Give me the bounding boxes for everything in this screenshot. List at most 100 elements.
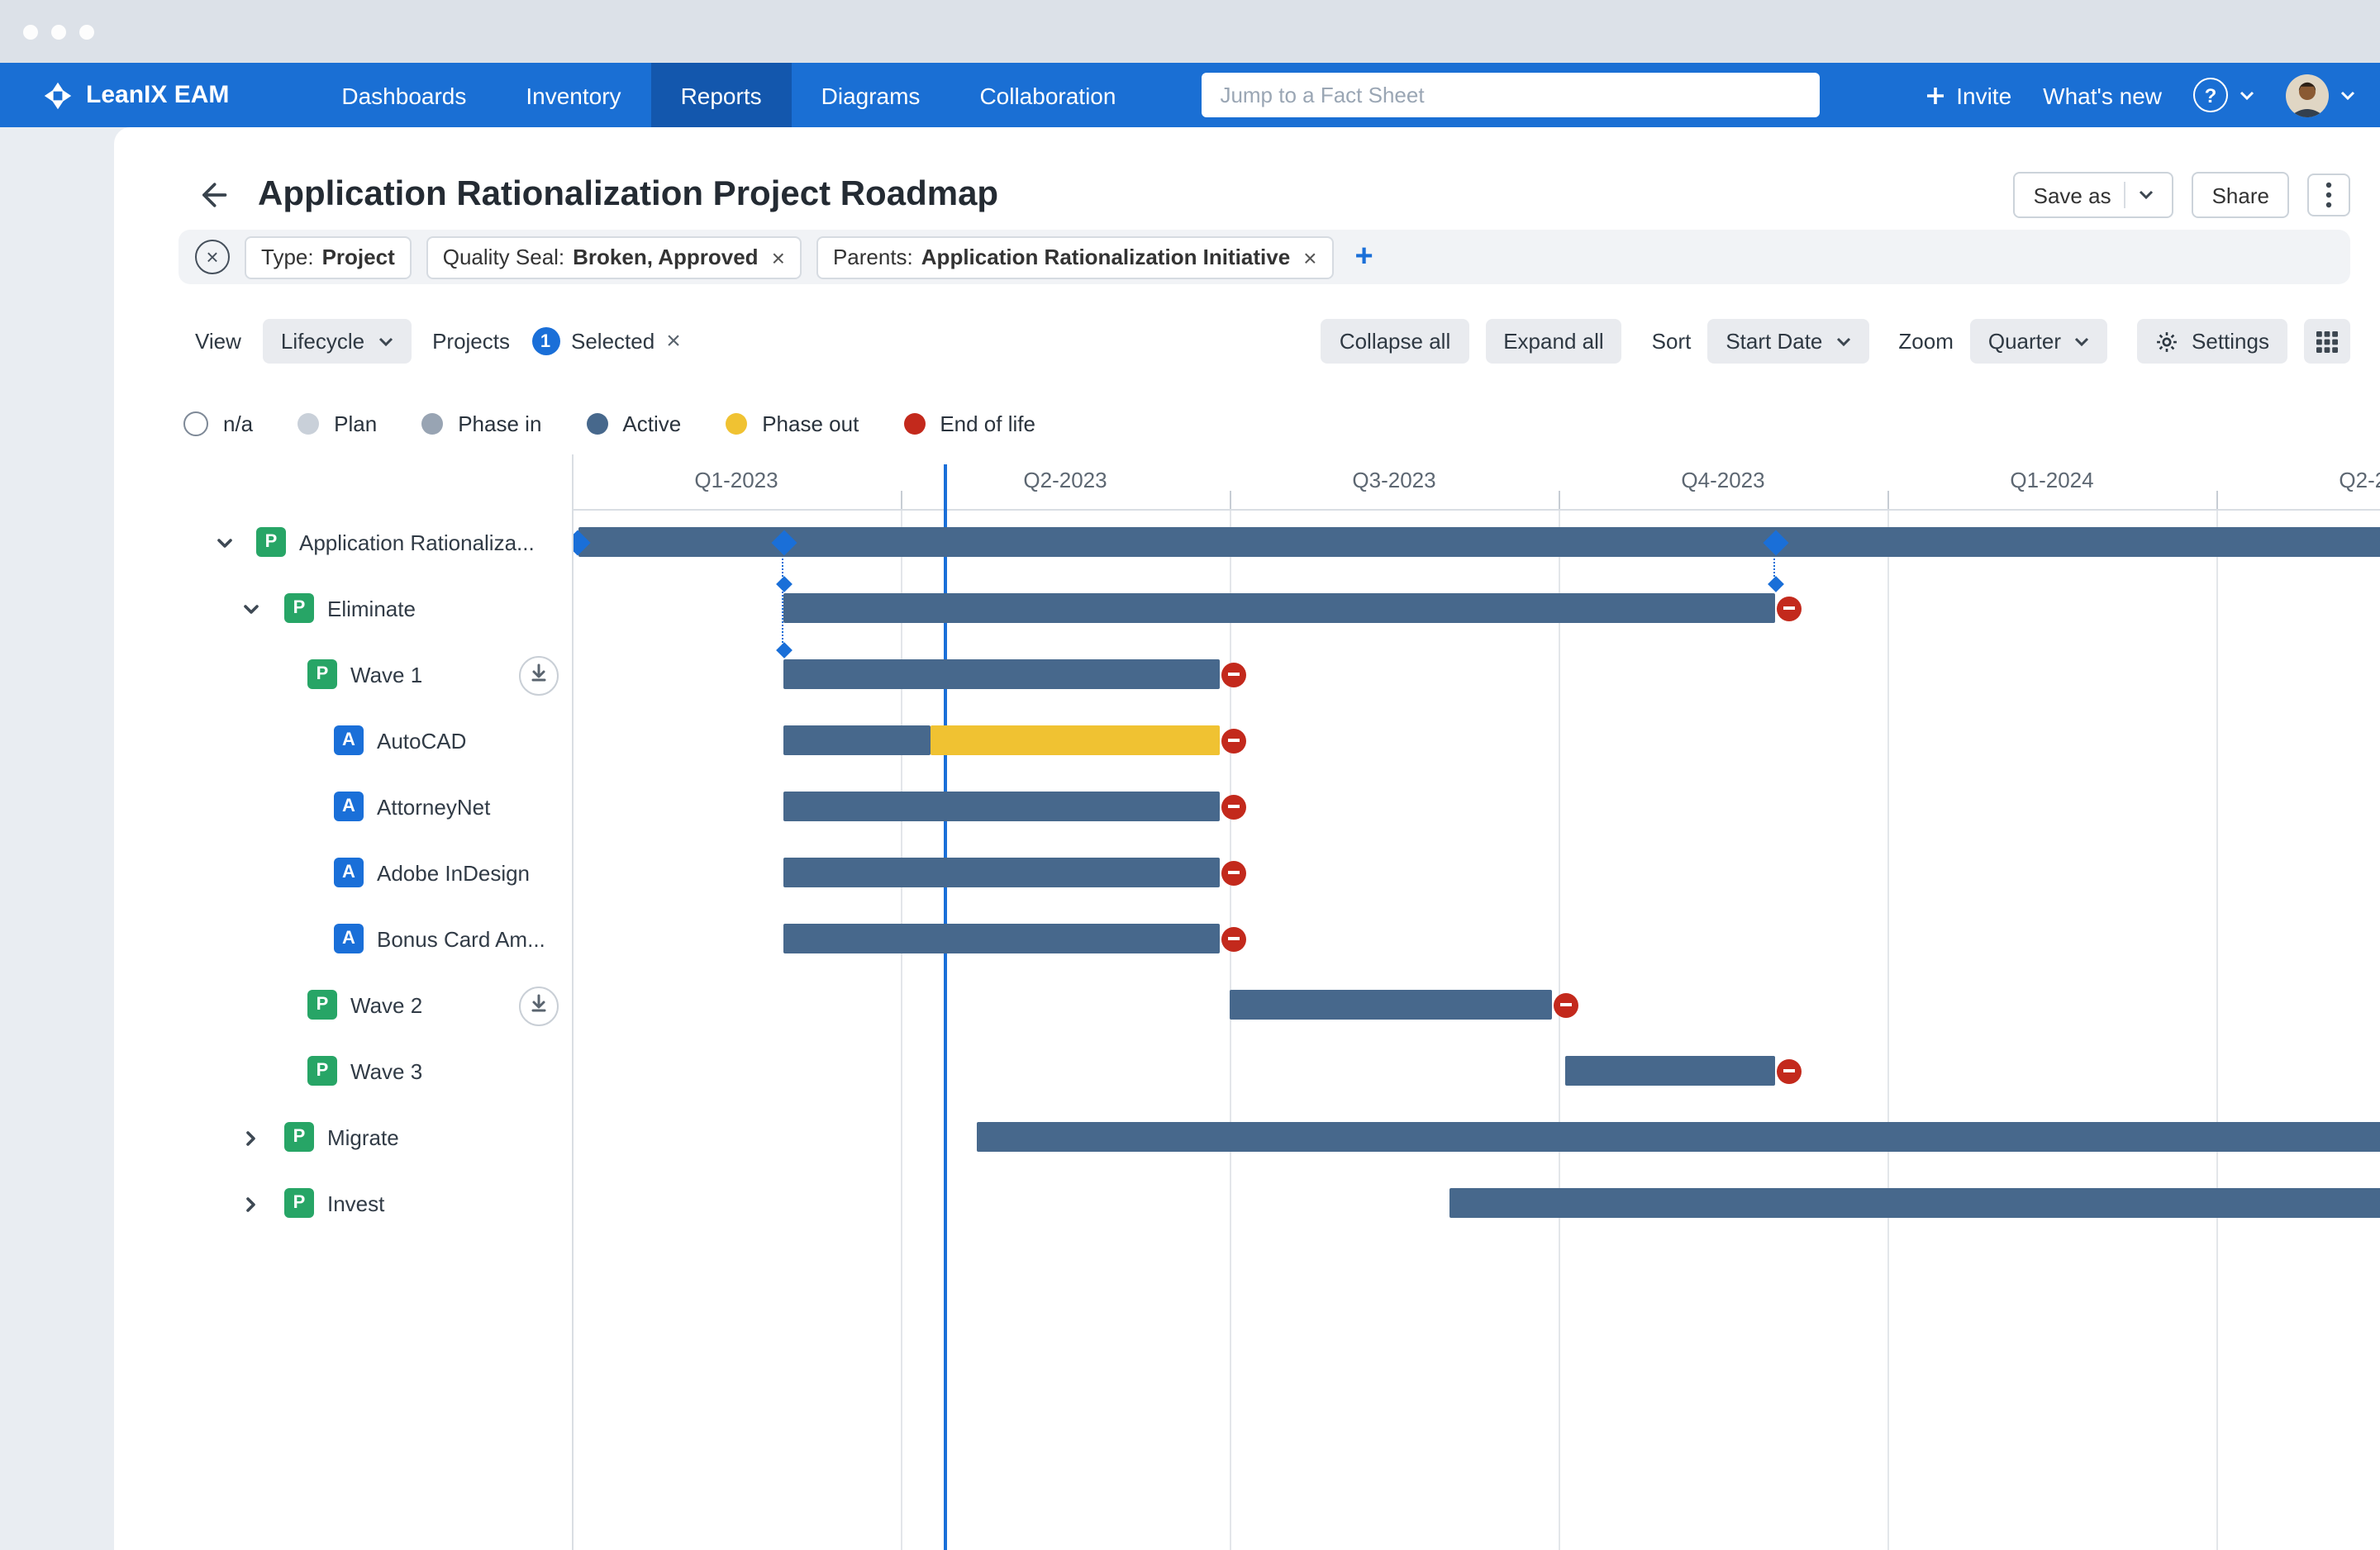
close-icon[interactable]: × xyxy=(1303,244,1316,270)
legend-label: Active xyxy=(622,411,681,435)
gantt-bar-wave-2[interactable] xyxy=(1230,990,1552,1020)
gantt-bar-invest[interactable] xyxy=(1450,1188,2380,1218)
collapse-all-button[interactable]: Collapse all xyxy=(1321,319,1468,364)
settings-button[interactable]: Settings xyxy=(2137,319,2287,364)
tree-row-label: Wave 2 xyxy=(350,993,422,1018)
timeline-tick xyxy=(901,491,902,509)
zoom-select[interactable]: Quarter xyxy=(1970,319,2107,364)
nav-item-reports[interactable]: Reports xyxy=(651,63,792,127)
filter-chip-quality-seal[interactable]: Quality Seal:Broken, Approved× xyxy=(426,235,802,278)
selected-label: Selected xyxy=(571,329,654,354)
add-filter-button[interactable]: + xyxy=(1349,239,1380,275)
filter-chip-type[interactable]: Type:Project xyxy=(245,235,412,278)
fact-sheet-search-input[interactable] xyxy=(1202,73,1820,117)
gantt-bar-wave-3[interactable] xyxy=(1565,1056,1776,1086)
brand[interactable]: LeanIX EAM xyxy=(0,80,229,110)
gantt-bar-migrate[interactable] xyxy=(977,1122,2380,1152)
window-dot[interactable] xyxy=(23,24,38,39)
clear-selected-button[interactable]: × xyxy=(666,327,681,355)
view-toolbar: View Lifecycle Projects 1 Selected × Col… xyxy=(195,319,2350,364)
tree-row-eliminate[interactable]: PEliminate xyxy=(114,575,572,641)
tree-row-invest[interactable]: PInvest xyxy=(114,1170,572,1236)
gantt-bar-wave-1[interactable] xyxy=(784,659,1220,689)
legend-dot xyxy=(586,412,607,434)
window-dot[interactable] xyxy=(51,24,66,39)
tree-row-attorneynet[interactable]: AAttorneyNet xyxy=(114,773,572,839)
chevron-down-icon[interactable] xyxy=(215,532,235,552)
timeline-tick xyxy=(1230,491,1231,509)
projects-label: Projects xyxy=(432,329,510,354)
search-container xyxy=(1202,73,1820,117)
selected-filter[interactable]: 1 Selected × xyxy=(531,327,681,355)
tree-row-application-rationaliza[interactable]: PApplication Rationaliza... xyxy=(114,509,572,575)
save-as-button[interactable]: Save as xyxy=(2014,172,2174,218)
drilldown-button[interactable] xyxy=(519,656,559,696)
application-icon: A xyxy=(334,858,364,887)
clear-filters-button[interactable]: × xyxy=(195,240,230,274)
application-icon: A xyxy=(334,725,364,755)
nav-item-collaboration[interactable]: Collaboration xyxy=(950,63,1145,127)
view-value: Lifecycle xyxy=(281,329,364,354)
expand-all-button[interactable]: Expand all xyxy=(1485,319,1621,364)
quarter-grid-line xyxy=(2216,509,2218,1550)
tree-row-wave-3[interactable]: PWave 3 xyxy=(114,1038,572,1104)
chevron-down-icon[interactable] xyxy=(241,598,261,618)
tree-row-label: Eliminate xyxy=(327,597,416,621)
filter-chip-parents[interactable]: Parents:Application Rationalization Init… xyxy=(816,235,1334,278)
end-of-life-marker xyxy=(1221,794,1246,819)
tree-row-label: Wave 1 xyxy=(350,663,422,687)
close-icon: × xyxy=(206,245,218,269)
milestone-diamond-small xyxy=(776,576,793,592)
close-icon[interactable]: × xyxy=(772,244,785,270)
sort-select[interactable]: Start Date xyxy=(1707,319,1868,364)
help-button[interactable]: ? xyxy=(2193,78,2254,112)
nav-item-diagrams[interactable]: Diagrams xyxy=(792,63,950,127)
tree-row-bonus-card-am[interactable]: ABonus Card Am... xyxy=(114,906,572,972)
gantt-bar-bonus-card-am[interactable] xyxy=(784,924,1220,953)
share-button[interactable]: Share xyxy=(2192,172,2289,218)
more-options-button[interactable] xyxy=(2307,174,2350,216)
main-nav: DashboardsInventoryReportsDiagramsCollab… xyxy=(312,63,1145,127)
nav-item-dashboards[interactable]: Dashboards xyxy=(312,63,496,127)
page-title: Application Rationalization Project Road… xyxy=(258,175,998,215)
tree-row-wave-2[interactable]: PWave 2 xyxy=(114,972,572,1038)
top-navbar: LeanIX EAM DashboardsInventoryReportsDia… xyxy=(0,63,2380,127)
user-menu[interactable] xyxy=(2286,74,2355,116)
table-view-button[interactable] xyxy=(2304,319,2350,364)
tree-row-migrate[interactable]: PMigrate xyxy=(114,1104,572,1170)
gantt-bar-attorneynet[interactable] xyxy=(784,792,1220,821)
back-button[interactable] xyxy=(188,172,235,218)
tree-row-adobe-indesign[interactable]: A Adobe InDesign xyxy=(114,839,572,906)
end-of-life-marker xyxy=(1221,662,1246,687)
timeline-quarter-label: Q1-2024 xyxy=(2010,468,2093,492)
application-icon: A xyxy=(334,792,364,821)
window-dot[interactable] xyxy=(79,24,94,39)
toolbar-left: View Lifecycle Projects 1 Selected × xyxy=(195,319,681,364)
tree-panel-border xyxy=(572,454,574,1550)
sort-label: Sort xyxy=(1652,329,1692,354)
legend-item-plan: Plan xyxy=(298,411,377,435)
gantt-bar-eliminate[interactable] xyxy=(784,593,1776,623)
invite-button[interactable]: Invite xyxy=(1925,82,2011,108)
tree-row-autocad[interactable]: AAutoCAD xyxy=(114,707,572,773)
legend-label: End of life xyxy=(940,411,1035,435)
gantt-bar-adobe-indesign[interactable] xyxy=(784,858,1220,887)
window-chrome xyxy=(0,0,2380,63)
plus-icon xyxy=(1925,85,1944,105)
gantt-bar-autocad[interactable] xyxy=(931,725,1220,755)
whats-new-button[interactable]: What's new xyxy=(2043,82,2162,108)
quarter-grid-line xyxy=(1559,509,1560,1550)
tree-row-label: Adobe InDesign xyxy=(377,861,530,886)
gantt-bar-autocad[interactable] xyxy=(784,725,931,755)
gantt-bar-application-rationaliza[interactable] xyxy=(578,527,2380,557)
leanix-logo xyxy=(43,80,73,110)
drilldown-button[interactable] xyxy=(519,987,559,1026)
tree-row-wave-1[interactable]: PWave 1 xyxy=(114,641,572,707)
view-select[interactable]: Lifecycle xyxy=(263,319,411,364)
save-as-label: Save as xyxy=(2034,183,2111,207)
chevron-right-icon[interactable] xyxy=(241,1193,261,1213)
timeline-header-border xyxy=(572,509,2380,511)
chevron-right-icon[interactable] xyxy=(241,1127,261,1147)
nav-item-inventory[interactable]: Inventory xyxy=(496,63,650,127)
view-label: View xyxy=(195,329,241,354)
